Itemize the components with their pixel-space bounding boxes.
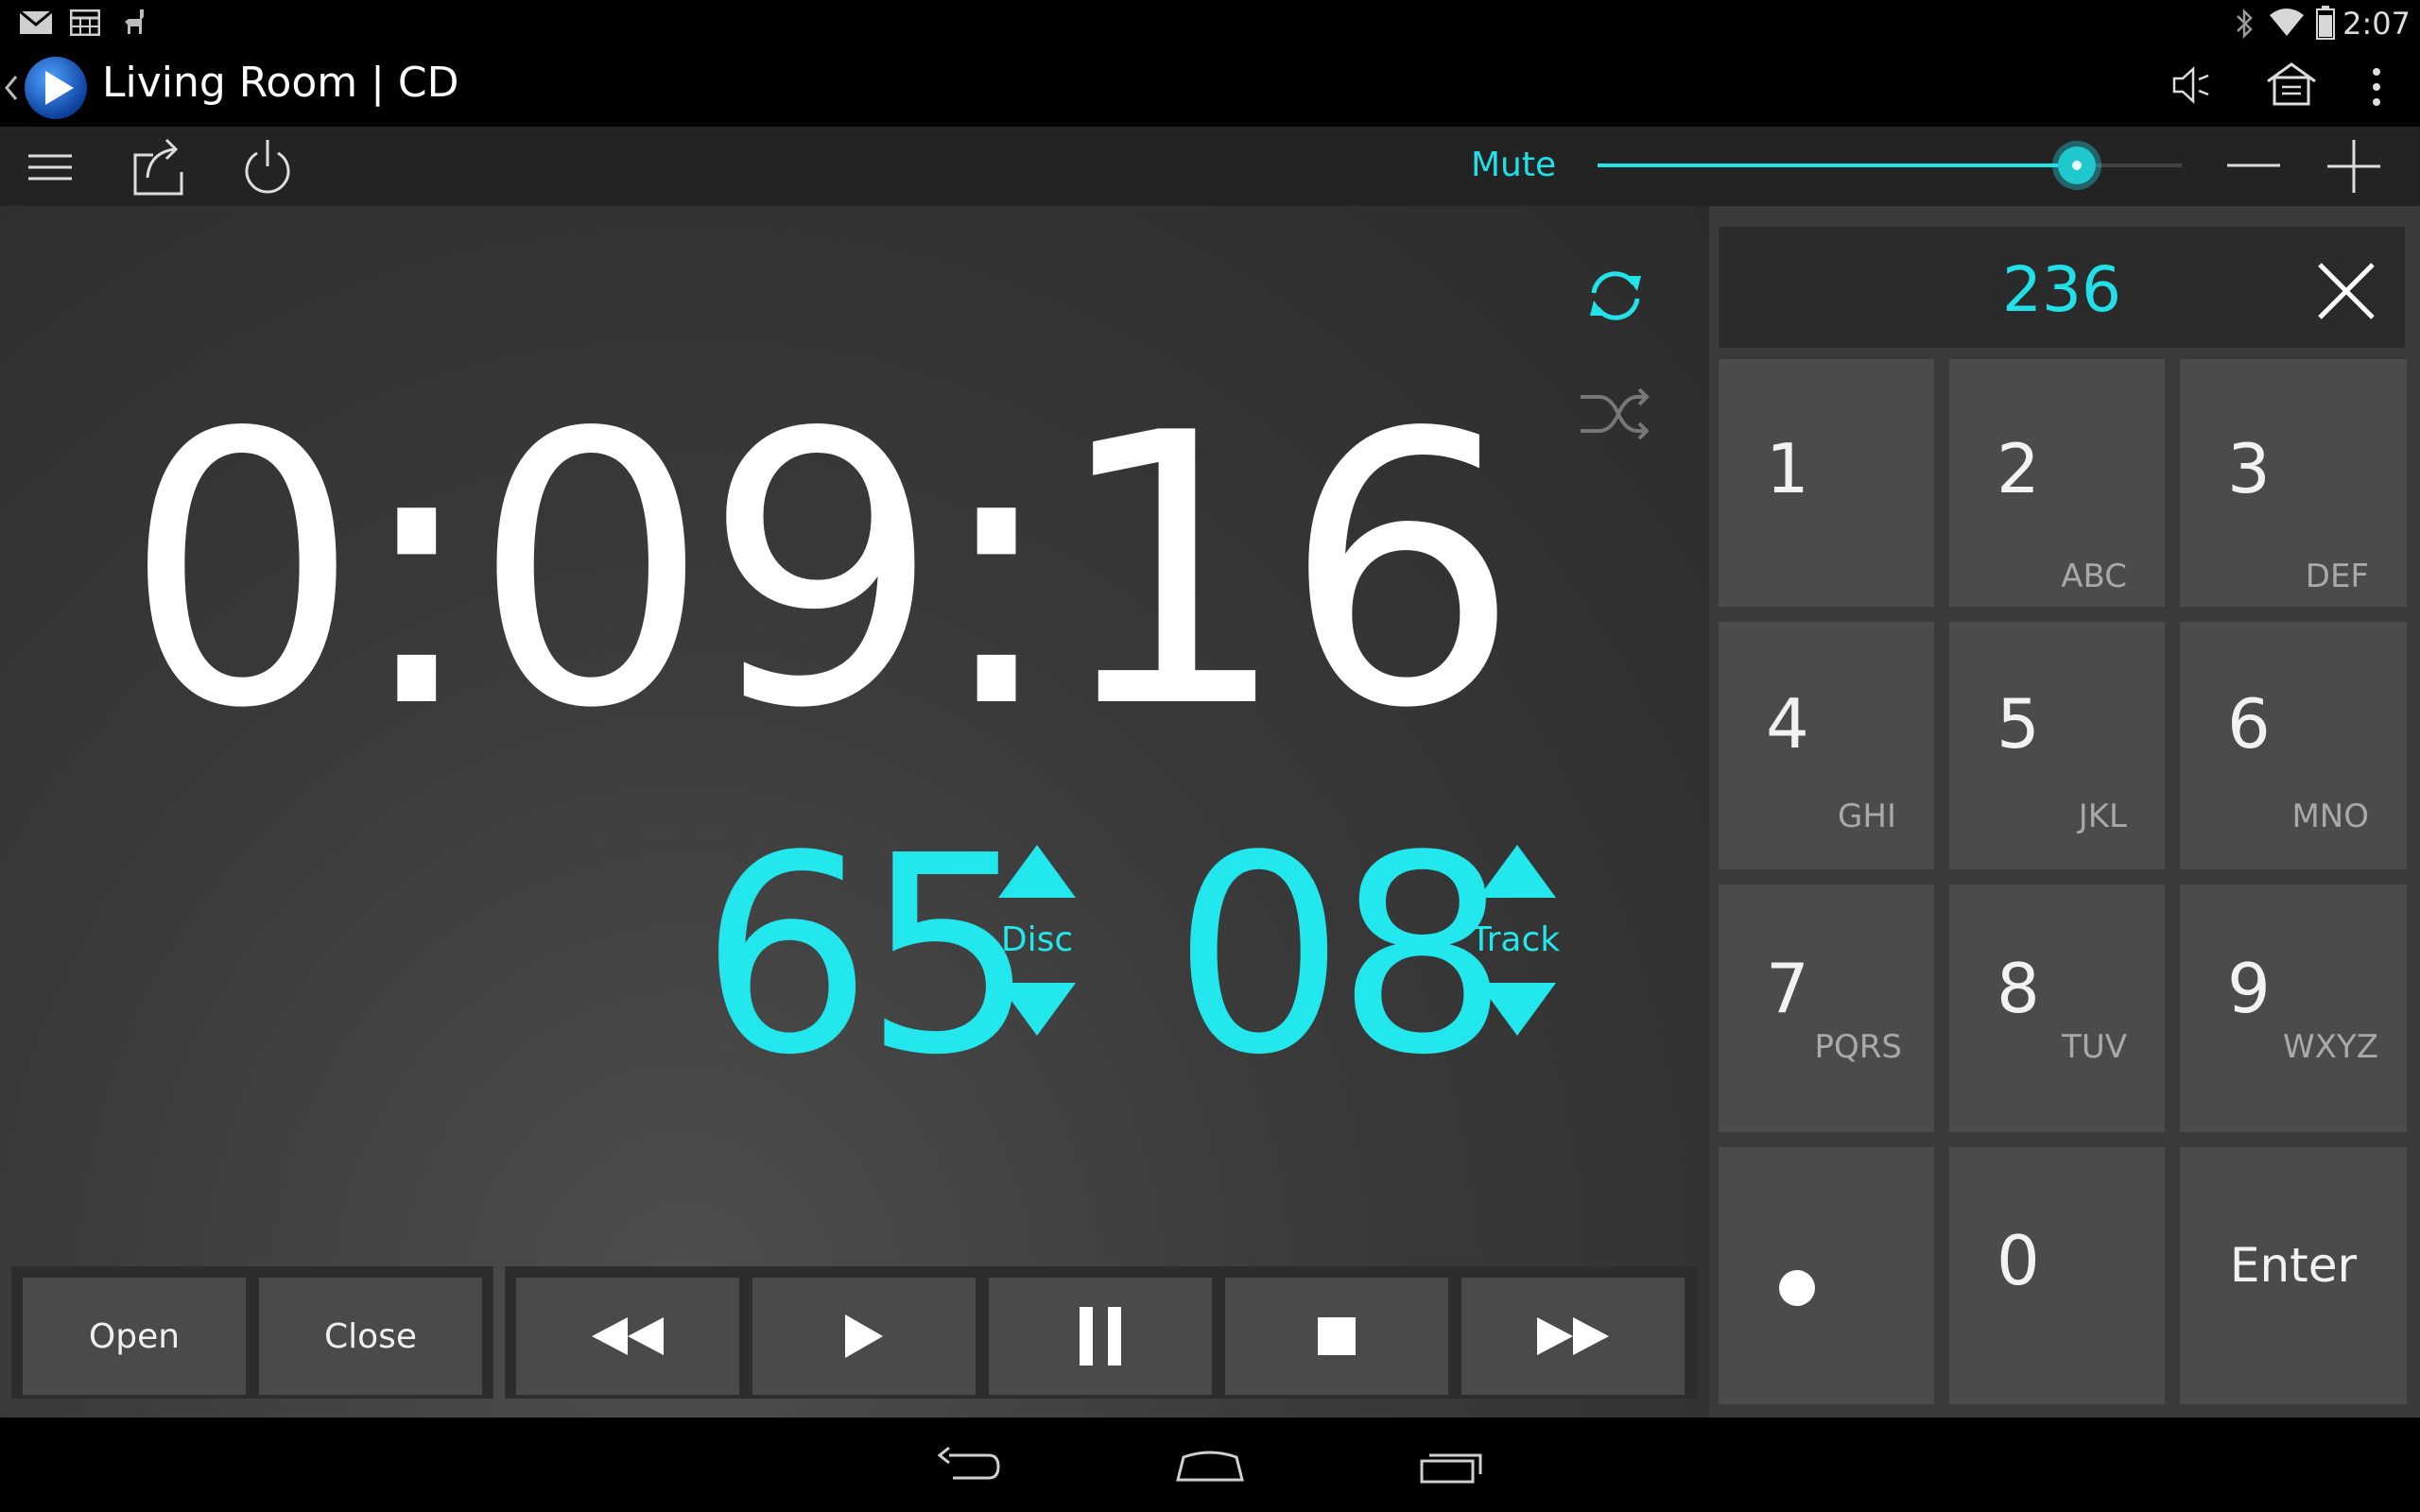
nav-back-icon[interactable] — [936, 1446, 1000, 1484]
stop-icon — [1318, 1317, 1356, 1355]
keypad-panel: 236 1 2 ABC 3 DEF 4 GHI 5 JKL 6 MNO 7 PQ… — [1709, 206, 2420, 1418]
disc-number: 65 — [700, 798, 1036, 1114]
mute-button[interactable]: Mute — [1471, 146, 1556, 184]
battery-icon — [2316, 6, 2335, 40]
track-down-icon[interactable] — [1478, 983, 1556, 1036]
key-digit: 6 — [2227, 684, 2271, 764]
key-digit: 8 — [1996, 949, 2040, 1028]
key-digit: 2 — [1996, 429, 2040, 508]
mail-icon — [19, 9, 53, 34]
nav-home-icon[interactable] — [1176, 1450, 1244, 1482]
keypad-entry: 236 — [2002, 253, 2121, 326]
key-1[interactable]: 1 — [1719, 359, 1934, 607]
key-8[interactable]: 8 TUV — [1949, 885, 2165, 1132]
key-5[interactable]: 5 JKL — [1949, 622, 2165, 869]
key-3[interactable]: 3 DEF — [2180, 359, 2407, 607]
elapsed-time: 0:09:16 — [123, 354, 1521, 790]
pause-button[interactable] — [989, 1278, 1212, 1395]
key-6[interactable]: 6 MNO — [2180, 622, 2407, 869]
key-4[interactable]: 4 GHI — [1719, 622, 1934, 869]
app-logo-icon[interactable] — [23, 55, 89, 121]
key-7[interactable]: 7 PQRS — [1719, 885, 1934, 1132]
volume-fill — [1598, 163, 2077, 167]
key-letters: MNO — [2291, 798, 2369, 835]
dot-icon — [1779, 1270, 1815, 1306]
stop-button[interactable] — [1225, 1278, 1448, 1395]
volume-slider[interactable] — [1598, 141, 2182, 190]
key-digit: 5 — [1996, 684, 2040, 764]
key-digit: 9 — [2227, 949, 2271, 1028]
key-letters: GHI — [1838, 798, 1896, 835]
keypad-display: 236 — [1719, 227, 2405, 348]
bluetooth-icon — [2237, 8, 2253, 40]
key-letters: ABC — [2061, 558, 2127, 595]
enter-button[interactable]: Enter — [2180, 1147, 2407, 1404]
key-0[interactable]: 0 — [1949, 1147, 2165, 1404]
tray-controls: Open Close — [11, 1266, 493, 1399]
wifi-icon — [2270, 9, 2304, 36]
app-title: Living Room | CD — [102, 59, 459, 107]
key-digit: 4 — [1766, 684, 1809, 764]
power-icon[interactable] — [240, 138, 295, 197]
key-letters: DEF — [2305, 558, 2369, 595]
repeat-icon[interactable] — [1584, 265, 1647, 327]
action-bar: Living Room | CD — [0, 47, 2420, 127]
pause-icon — [1080, 1307, 1121, 1366]
key-digit: 0 — [1996, 1221, 2040, 1300]
key-letters: WXYZ — [2283, 1028, 2378, 1066]
back-chevron-icon[interactable] — [4, 74, 19, 102]
play-icon — [845, 1314, 883, 1358]
rewind-button[interactable] — [516, 1278, 739, 1395]
status-time: 2:07 — [2342, 6, 2411, 42]
key-9[interactable]: 9 WXYZ — [2180, 885, 2407, 1132]
calendar-icon — [70, 9, 100, 36]
rewind-icon — [592, 1317, 664, 1355]
fast-forward-button[interactable] — [1461, 1278, 1685, 1395]
key-letters: PQRS — [1814, 1028, 1902, 1066]
disc-up-icon[interactable] — [998, 845, 1076, 898]
key-digit: 1 — [1766, 429, 1809, 508]
player-panel: 0:09:16 65 Disc 08 Track Open Close — [0, 206, 1709, 1418]
key-letters: TUV — [2062, 1028, 2127, 1066]
enter-label: Enter — [2229, 1238, 2358, 1293]
open-button[interactable]: Open — [23, 1278, 246, 1395]
speaker-icon[interactable] — [2170, 64, 2212, 106]
home-icon[interactable] — [2265, 60, 2318, 108]
overflow-menu-icon[interactable] — [2369, 64, 2384, 110]
disc-down-icon[interactable] — [998, 983, 1076, 1036]
key-digit: 3 — [2227, 429, 2271, 508]
key-letters: JKL — [2078, 798, 2127, 835]
status-bar: 2:07 — [0, 0, 2420, 47]
close-button[interactable]: Close — [259, 1278, 482, 1395]
track-label: Track — [1470, 920, 1561, 959]
key-digit: 7 — [1766, 949, 1809, 1028]
clear-entry-icon[interactable] — [2318, 263, 2375, 319]
disc-label: Disc — [1000, 920, 1074, 959]
toolbar: Mute — [0, 127, 2420, 206]
nav-recents-icon[interactable] — [1418, 1448, 1486, 1486]
fast-forward-icon — [1537, 1317, 1609, 1355]
transport-controls — [505, 1266, 1698, 1399]
track-up-icon[interactable] — [1478, 845, 1556, 898]
shuffle-icon[interactable] — [1579, 387, 1651, 440]
track-number: 08 — [1172, 798, 1509, 1114]
key-dot[interactable] — [1719, 1147, 1934, 1404]
volume-up-button[interactable] — [2327, 140, 2380, 193]
volume-down-button[interactable] — [2227, 163, 2280, 168]
volume-thumb[interactable] — [2051, 141, 2101, 190]
play-button[interactable] — [752, 1278, 976, 1395]
menu-icon[interactable] — [28, 153, 72, 181]
key-2[interactable]: 2 ABC — [1949, 359, 2165, 607]
navigation-bar — [0, 1418, 2420, 1512]
share-icon[interactable] — [132, 134, 187, 197]
llama-icon — [125, 9, 144, 34]
